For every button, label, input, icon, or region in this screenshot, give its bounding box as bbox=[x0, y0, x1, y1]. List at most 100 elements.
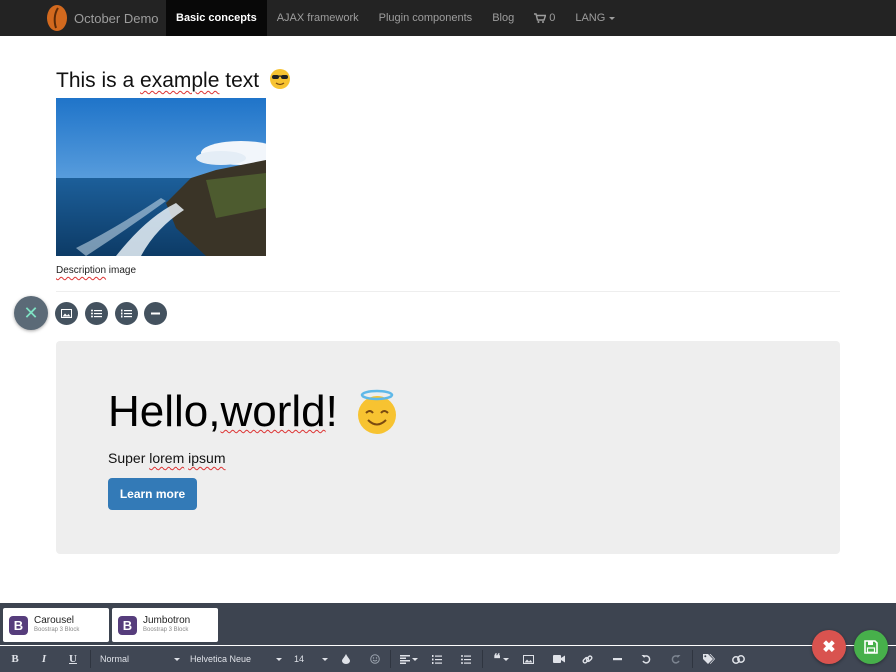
close-insert-menu-button[interactable]: ✕ bbox=[14, 296, 48, 330]
jumbotron-subtitle-prefix: Super bbox=[108, 450, 150, 466]
close-icon: ✖ bbox=[822, 639, 836, 656]
toolbar-separator bbox=[390, 650, 391, 668]
brand[interactable]: October Demo bbox=[0, 0, 166, 36]
paragraph-format-value: Normal bbox=[100, 654, 130, 664]
learn-more-button[interactable]: Learn more bbox=[108, 478, 197, 510]
lang-label: LANG bbox=[575, 12, 606, 24]
coastline-image[interactable] bbox=[56, 98, 266, 256]
image-caption[interactable]: Description image bbox=[56, 265, 136, 276]
close-icon: ✕ bbox=[23, 302, 39, 323]
block-name: Jumbotron bbox=[143, 615, 191, 626]
chevron-down-icon bbox=[502, 657, 509, 661]
horizontal-rule-icon bbox=[151, 312, 160, 315]
insert-link-button[interactable] bbox=[581, 652, 593, 666]
smiley-icon bbox=[370, 654, 380, 664]
video-camera-icon bbox=[552, 655, 565, 663]
cancel-button[interactable]: ✖ bbox=[812, 630, 846, 664]
link-icon bbox=[581, 654, 593, 664]
quote-icon: ❝ bbox=[493, 651, 501, 666]
redo-icon bbox=[671, 655, 681, 664]
image-icon bbox=[522, 654, 534, 664]
nav-blog[interactable]: Blog bbox=[482, 0, 524, 36]
jumbotron-title-word: world bbox=[220, 387, 326, 436]
font-family-select[interactable]: Helvetica Neue bbox=[190, 652, 282, 666]
jumbotron-subtitle-word2: ipsum bbox=[188, 450, 226, 466]
chevron-down-icon bbox=[174, 657, 180, 661]
save-button[interactable] bbox=[854, 630, 888, 664]
nav-plugin-components[interactable]: Plugin components bbox=[369, 0, 483, 36]
caption-suffix: image bbox=[106, 265, 137, 276]
font-size-value: 14 bbox=[294, 654, 305, 664]
jumbotron-subtitle[interactable]: Super lorem ipsum bbox=[108, 450, 226, 466]
paragraph-format-select[interactable]: Normal bbox=[100, 652, 180, 666]
coastline-photo bbox=[56, 98, 266, 256]
text-color-button[interactable] bbox=[340, 652, 352, 666]
undo-button[interactable] bbox=[640, 652, 652, 666]
bulleted-list-icon bbox=[461, 654, 471, 664]
ordered-list-button[interactable] bbox=[431, 652, 443, 666]
block-carousel[interactable]: B Carousel Boostrap 3 Block bbox=[3, 608, 109, 642]
tag-button[interactable] bbox=[702, 652, 716, 666]
puzzle-icon bbox=[731, 654, 745, 664]
caption-word: Description bbox=[56, 265, 107, 276]
bootstrap-icon: B bbox=[9, 615, 28, 635]
block-jumbotron[interactable]: B Jumbotron Boostrap 3 Block bbox=[112, 608, 218, 642]
top-navbar: October Demo Basic concepts AJAX framewo… bbox=[0, 0, 896, 36]
nav-basic-concepts[interactable]: Basic concepts bbox=[166, 0, 267, 36]
block-name: Carousel bbox=[34, 615, 75, 626]
sunglasses-emoji-icon bbox=[269, 69, 290, 89]
tags-icon bbox=[703, 654, 715, 664]
insert-video-button[interactable] bbox=[552, 652, 565, 666]
insert-image-toolbar-button[interactable] bbox=[522, 652, 534, 666]
toolbar-separator bbox=[692, 650, 693, 668]
align-left-icon bbox=[400, 654, 410, 664]
jumbotron-title-suffix: ! bbox=[325, 387, 338, 436]
floppy-disk-icon bbox=[864, 640, 878, 654]
italic-button[interactable]: I bbox=[37, 652, 51, 666]
font-size-select[interactable]: 14 bbox=[294, 652, 328, 666]
image-icon bbox=[61, 309, 72, 318]
chevron-down-icon bbox=[322, 657, 328, 661]
redo-button[interactable] bbox=[670, 652, 682, 666]
bulleted-list-icon bbox=[91, 309, 102, 318]
jumbotron-title-prefix: Hello, bbox=[108, 387, 221, 436]
heading-text-prefix: This is a bbox=[56, 69, 141, 92]
block-subtitle: Boostrap 3 Block bbox=[34, 627, 80, 633]
chevron-down-icon bbox=[412, 657, 418, 661]
horizontal-line-button[interactable] bbox=[611, 652, 623, 666]
bootstrap-icon: B bbox=[118, 615, 137, 635]
jumbotron-subtitle-word1: lorem bbox=[149, 450, 185, 466]
droplet-icon bbox=[342, 654, 350, 664]
october-logo-icon bbox=[47, 5, 67, 31]
toolbar-separator bbox=[482, 650, 483, 668]
numbered-list-icon bbox=[121, 309, 132, 318]
snippets-button[interactable] bbox=[731, 652, 745, 666]
bold-button[interactable]: B bbox=[8, 652, 22, 666]
emoji-button[interactable] bbox=[369, 652, 381, 666]
cart-icon bbox=[534, 13, 547, 23]
jumbotron-title[interactable]: Hello, world! bbox=[108, 387, 400, 437]
nav-lang-dropdown[interactable]: LANG bbox=[565, 0, 625, 36]
cart-count: 0 bbox=[549, 12, 556, 24]
blocks-panel: B Carousel Boostrap 3 Block B Jumbotron … bbox=[0, 603, 896, 645]
caret-down-icon bbox=[609, 16, 616, 20]
insert-numbered-list-button[interactable] bbox=[115, 302, 138, 325]
nav-cart[interactable]: 0 bbox=[524, 0, 565, 36]
block-subtitle: Boostrap 3 Block bbox=[143, 627, 189, 633]
font-family-value: Helvetica Neue bbox=[190, 654, 252, 664]
unordered-list-button[interactable] bbox=[460, 652, 472, 666]
nav-ajax-framework[interactable]: AJAX framework bbox=[267, 0, 369, 36]
undo-icon bbox=[641, 655, 651, 664]
divider bbox=[56, 291, 840, 292]
quote-dropdown-button[interactable]: ❝ bbox=[490, 651, 512, 666]
insert-horizontal-rule-button[interactable] bbox=[144, 302, 167, 325]
align-dropdown-button[interactable] bbox=[398, 652, 420, 666]
insert-image-button[interactable] bbox=[55, 302, 78, 325]
insert-bulleted-list-button[interactable] bbox=[85, 302, 108, 325]
editor-toolbar: B I U Normal Helvetica Neue 14 ❝ bbox=[0, 646, 896, 672]
chevron-down-icon bbox=[276, 657, 282, 661]
horizontal-rule-icon bbox=[612, 657, 622, 660]
smiling-face-with-halo-icon bbox=[357, 389, 396, 434]
page-heading[interactable]: This is a example text bbox=[56, 68, 291, 93]
underline-button[interactable]: U bbox=[66, 652, 80, 666]
